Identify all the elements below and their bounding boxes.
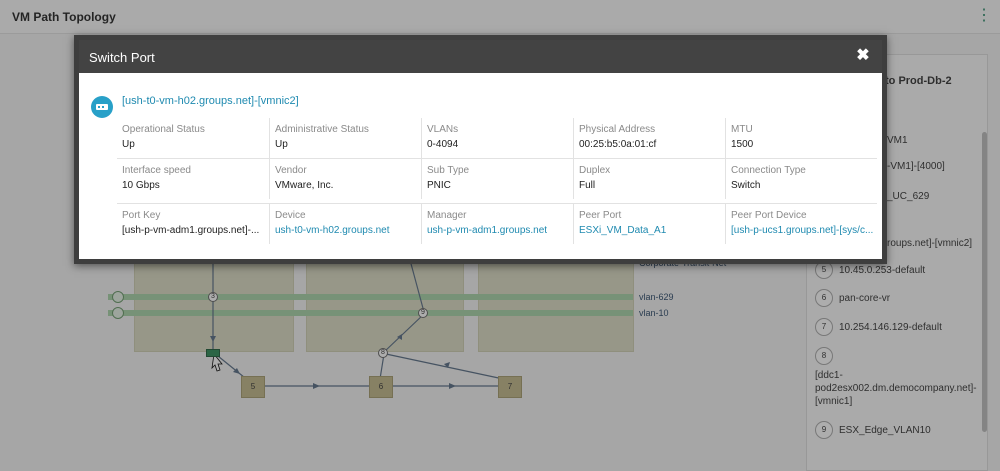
field-label: Peer Port Device xyxy=(731,210,807,221)
switch-port-dialog: Switch Port ✖ [ush-t0-vm-h02.groups.net]… xyxy=(74,35,887,264)
field-interface-speed: Interface speed 10 Gbps xyxy=(117,159,267,199)
field-label: Sub Type xyxy=(427,165,470,176)
field-value: 00:25:b5:0a:01:cf xyxy=(579,139,657,150)
field-value: Up xyxy=(122,139,135,150)
field-value: 1500 xyxy=(731,139,754,150)
manager-link[interactable]: ush-p-vm-adm1.groups.net xyxy=(427,225,570,236)
field-connection-type: Connection Type Switch xyxy=(725,159,875,199)
field-value: PNIC xyxy=(427,180,451,191)
field-label: MTU xyxy=(731,124,753,135)
field-port-key: Port Key [ush-p-vm-adm1.groups.net]-... xyxy=(117,204,267,244)
field-value: Switch xyxy=(731,180,761,191)
field-value: [ush-p-vm-adm1.groups.net]-... xyxy=(122,225,260,236)
field-label: Port Key xyxy=(122,210,161,221)
field-label: Peer Port xyxy=(579,210,622,221)
peer-port-device-link[interactable]: [ush-p-ucs1.groups.net]-[sys/c... xyxy=(731,225,874,236)
field-label: Connection Type xyxy=(731,165,806,176)
field-row: Operational Status Up Administrative Sta… xyxy=(117,118,877,158)
port-name-link[interactable]: [ush-t0-vm-h02.groups.net]-[vmnic2] xyxy=(122,95,299,107)
field-value: 10 Gbps xyxy=(122,180,160,191)
field-value: VMware, Inc. xyxy=(275,180,334,191)
field-value: Full xyxy=(579,180,596,191)
field-value: Up xyxy=(275,139,288,150)
field-physical-address: Physical Address 00:25:b5:0a:01:cf xyxy=(573,118,723,158)
field-peer-port: Peer Port ESXi_VM_Data_A1 xyxy=(573,204,723,244)
field-label: VLANs xyxy=(427,124,459,135)
field-label: Device xyxy=(275,210,306,221)
field-label: Administrative Status xyxy=(275,124,369,135)
dialog-title: Switch Port xyxy=(89,50,155,65)
field-vlans: VLANs 0-4094 xyxy=(421,118,571,158)
field-peer-port-device: Peer Port Device [ush-p-ucs1.groups.net]… xyxy=(725,204,875,244)
field-row: Interface speed 10 Gbps Vendor VMware, I… xyxy=(117,158,877,199)
field-label: Interface speed xyxy=(122,165,191,176)
field-vendor: Vendor VMware, Inc. xyxy=(269,159,419,199)
field-operational-status: Operational Status Up xyxy=(117,118,267,158)
field-manager: Manager ush-p-vm-adm1.groups.net xyxy=(421,204,571,244)
close-button[interactable]: ✖ xyxy=(856,48,870,64)
field-label: Vendor xyxy=(275,165,307,176)
field-mtu: MTU 1500 xyxy=(725,118,875,158)
field-duplex: Duplex Full xyxy=(573,159,723,199)
field-row: Port Key [ush-p-vm-adm1.groups.net]-... … xyxy=(117,203,877,244)
device-link[interactable]: ush-t0-vm-h02.groups.net xyxy=(275,225,418,236)
peer-port-link[interactable]: ESXi_VM_Data_A1 xyxy=(579,225,722,236)
field-device: Device ush-t0-vm-h02.groups.net xyxy=(269,204,419,244)
field-label: Manager xyxy=(427,210,467,221)
field-sub-type: Sub Type PNIC xyxy=(421,159,571,199)
switch-port-icon xyxy=(91,96,113,118)
field-label: Operational Status xyxy=(122,124,205,135)
field-administrative-status: Administrative Status Up xyxy=(269,118,419,158)
field-label: Physical Address xyxy=(579,124,656,135)
field-label: Duplex xyxy=(579,165,611,176)
field-value: 0-4094 xyxy=(427,139,459,150)
dialog-header: Switch Port ✖ xyxy=(79,40,882,73)
